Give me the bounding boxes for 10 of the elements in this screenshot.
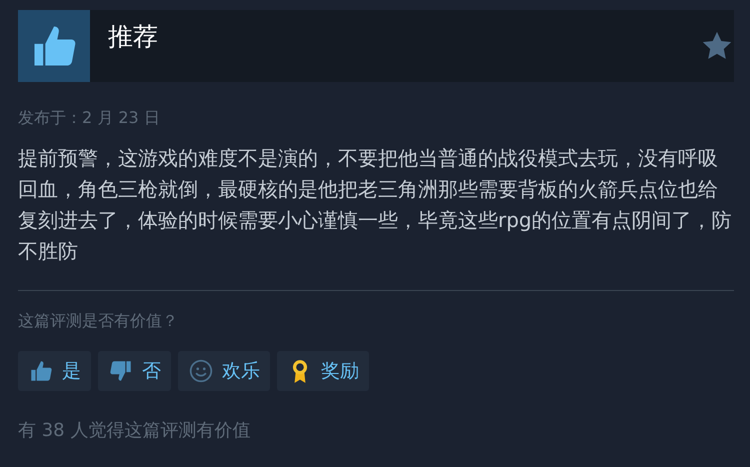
smiley-icon [188, 358, 214, 384]
review-text: 提前预警，这游戏的难度不是演的，不要把他当普通的战役模式去玩，没有呼吸回血，角色三枪就倒，最硬核的是他把老三角洲那些需要背板的火箭兵点位也给复刻进去了，体验的时候需要小心谨慎一些，毕竟这些rpg的位置有点阴间了，防不胜防 [18, 145, 733, 265]
vote-button[interactable]: 是 [18, 351, 91, 391]
vote-button[interactable]: 否 [98, 351, 171, 391]
helpful-question: 这篇评测是否有价值？ [18, 311, 179, 332]
review-verdict: 推荐 [108, 21, 158, 53]
post-date: 发布于：2 月 23 日 [18, 108, 161, 129]
vote-button[interactable]: 欢乐 [178, 351, 270, 391]
vote-button[interactable]: 奖励 [277, 351, 369, 391]
helpful-count: 有 38 人觉得这篇评测有价值 [18, 419, 252, 442]
